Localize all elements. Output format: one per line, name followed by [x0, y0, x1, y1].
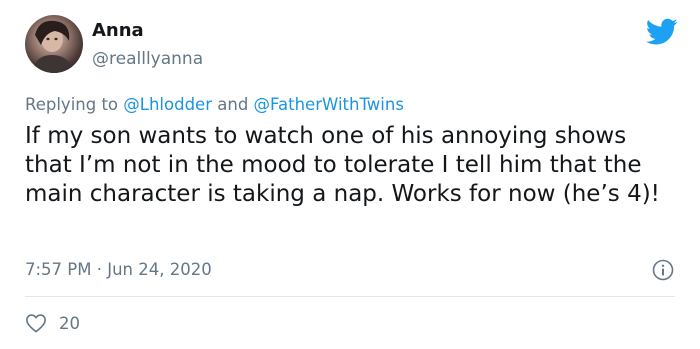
twitter-bird-icon[interactable]	[646, 18, 678, 46]
tweet-text: If my son wants to watch one of his anno…	[25, 123, 660, 207]
author-name[interactable]: Anna	[92, 20, 144, 42]
tweet-timestamp[interactable]: 7:57 PM · Jun 24, 2020	[25, 259, 212, 281]
avatar[interactable]	[25, 15, 83, 73]
mention-link[interactable]: @FatherWithTwins	[254, 95, 404, 114]
info-icon[interactable]	[652, 259, 674, 281]
tweet-card: Anna @realllyanna Replying to @Lhlodder …	[0, 0, 700, 349]
divider	[25, 296, 675, 297]
heart-icon[interactable]	[25, 313, 47, 333]
avatar-image	[31, 20, 75, 73]
mention-link[interactable]: @Lhlodder	[123, 95, 212, 114]
reply-joiner: and	[212, 95, 254, 114]
reply-prefix: Replying to	[25, 95, 124, 114]
reply-context: Replying to @Lhlodder and @FatherWithTwi…	[25, 94, 404, 116]
author-handle[interactable]: @realllyanna	[92, 48, 203, 70]
like-count: 20	[59, 313, 80, 333]
like-button[interactable]: 20	[25, 310, 80, 336]
